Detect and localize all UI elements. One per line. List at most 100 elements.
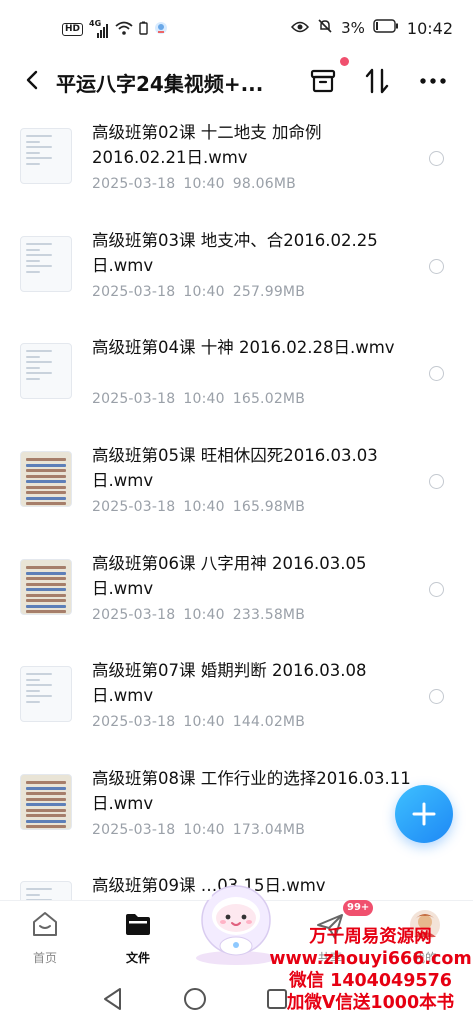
watermark-line-2: www.zhouyi666.com [269,949,472,969]
thumbnail-line [26,825,66,828]
file-meta: 2025-03-18 10:40 98.06MB [92,176,296,192]
thumbnail-line [26,893,40,896]
file-meta: 2025-03-18 10:40 173.04MB [92,822,305,838]
thumbnail-line [26,485,66,489]
file-date: 2025-03-18 [92,284,176,300]
thumbnail-line [26,248,40,251]
file-thumbnail [20,343,72,399]
thumbnail-line [26,361,52,363]
hd-icon: HD [62,23,84,36]
file-row[interactable]: 高级班第06课 八字用神 2016.03.05日.wmv 2025-03-18 10… [0,541,473,649]
file-time: 10:40 [183,176,225,192]
thumbnail-line [26,610,66,613]
file-size: 233.58MB [232,607,306,623]
thumbnail-line [26,566,66,569]
file-thumbnail [20,559,72,615]
thumbnail-line [26,458,66,461]
file-list: 高级班第02课 十二地支 加命例2016.02.21日.wmv 2025-03-1… [0,110,473,900]
thumbnail-line [26,469,66,472]
file-time: 10:40 [183,822,225,838]
select-radio[interactable] [429,689,444,704]
thumbnail-line [26,673,52,675]
nav-files[interactable]: 文件 [108,907,168,967]
notification-dot [340,57,349,66]
home-circle-icon[interactable] [182,986,208,1012]
file-name: 高级班第06课 八字用神 2016.03.05日.wmv [92,554,367,598]
thumbnail-line [26,582,66,586]
select-radio[interactable] [429,474,444,489]
watermark-line-1: 万千周易资源网 [309,927,432,947]
file-size: 173.04MB [232,822,306,838]
file-row[interactable]: 高级班第03课 地支冲、合2016.02.25日.wmv 2025-03-18 10… [0,218,473,326]
thumbnail-line [26,819,66,823]
file-size: 98.06MB [232,176,296,192]
file-meta: 2025-03-18 10:40 257.99MB [92,284,305,300]
thumbnail-line [26,480,66,483]
thumbnail-line [26,162,40,165]
signal-type-label: 4G [89,18,102,28]
more-button[interactable] [416,64,450,98]
sort-icon [365,68,389,94]
file-thumbnail [20,236,72,292]
file-size: 165.02MB [232,391,306,407]
thumbnail-line [26,786,66,790]
thumbnail-line [26,678,40,681]
system-nav-bar [0,972,473,1024]
file-time: 10:40 [183,607,225,623]
file-thumbnail [20,451,72,507]
sort-button[interactable] [360,64,394,98]
file-meta: 2025-03-18 10:40 165.02MB [92,391,305,407]
archive-button[interactable] [306,64,340,98]
file-thumbnail [20,774,72,830]
battery-icon [373,19,399,37]
file-date: 2025-03-18 [92,822,176,838]
thumbnail-line [26,243,52,245]
wifi-icon [115,20,133,39]
file-row[interactable]: 高级班第02课 十二地支 加命例2016.02.21日.wmv 2025-03-1… [0,110,473,218]
file-meta: 2025-03-18 10:40 165.98MB [92,499,305,515]
thumbnail-line [26,803,66,806]
thumbnail-line [26,588,66,591]
file-time: 10:40 [183,284,225,300]
file-date: 2025-03-18 [92,607,176,623]
archive-icon [310,69,336,93]
back-button[interactable] [18,66,46,94]
file-row[interactable]: 高级班第05课 旺相休囚死2016.03.03日.wmv 2025-03-18 10… [0,433,473,541]
thumbnail-line [26,135,52,137]
clock: 10:42 [406,18,453,38]
thumbnail-line [26,689,40,692]
thumbnail-line [26,604,66,608]
add-button[interactable] [395,785,453,843]
file-date: 2025-03-18 [92,499,176,515]
thumbnail-line [26,684,52,686]
folder-icon [126,914,150,935]
file-thumbnail [20,128,72,184]
top-bar: 平运八字24集视频+... [0,57,473,104]
select-radio[interactable] [429,151,444,166]
select-radio[interactable] [429,582,444,597]
file-row[interactable]: 高级班第04课 十神 2016.02.28日.wmv 2025-03-18 10:4… [0,325,473,433]
file-meta: 2025-03-18 10:40 233.58MB [92,607,305,623]
thumbnail-line [26,259,40,262]
back-triangle-icon[interactable] [100,986,126,1012]
thumbnail-line [26,265,52,267]
select-radio[interactable] [429,259,444,274]
file-row[interactable]: 高级班第07课 婚期判断 2016.03.08日.wmv 2025-03-18 10… [0,648,473,756]
thumbnail-line [26,377,40,380]
nav-files-label: 文件 [125,951,150,965]
thumbnail-line [26,599,66,602]
nav-home-label: 首页 [32,951,57,965]
status-left: HD 4G [62,18,168,39]
battery-percent: 3% [341,19,365,37]
recents-square-icon[interactable] [264,986,290,1012]
file-name: 高级班第08课 工作行业的选择2016.03.11日.wmv [92,769,411,813]
select-radio[interactable] [429,366,444,381]
file-name: 高级班第04课 十神 2016.02.28日.wmv [92,338,395,357]
thumbnail-line [26,157,52,159]
battery-saver-icon [139,20,148,39]
nav-home[interactable]: 首页 [15,907,75,967]
back-icon [26,70,38,90]
thumbnail-line [26,695,52,697]
thumbnail-line [26,700,40,703]
file-date: 2025-03-18 [92,714,176,730]
